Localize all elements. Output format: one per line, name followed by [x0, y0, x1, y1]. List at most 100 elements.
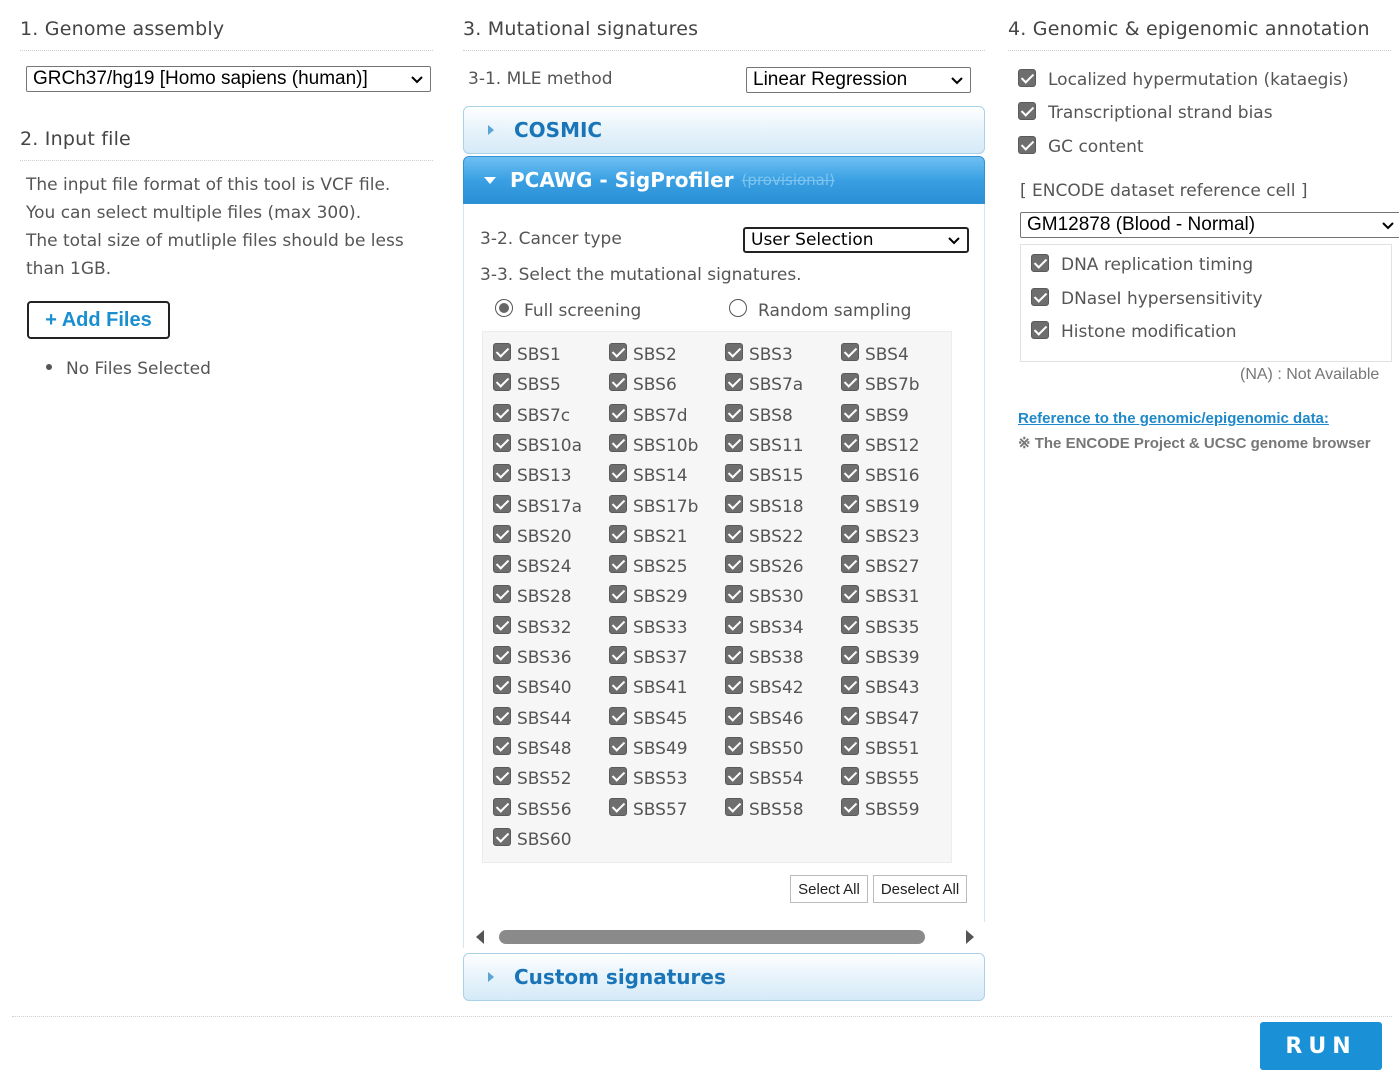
signature-checkbox-item[interactable]: SBS46 — [725, 706, 804, 730]
checkbox-checked-icon[interactable] — [841, 464, 859, 483]
checkbox-checked-icon[interactable] — [609, 524, 627, 543]
checkbox-checked-icon[interactable] — [493, 827, 511, 846]
signature-checkbox-item[interactable]: SBS24 — [493, 555, 572, 578]
signature-checkbox-item[interactable]: SBS57 — [609, 797, 688, 821]
signature-checkbox-item[interactable]: SBS7d — [609, 403, 688, 427]
checkbox-checked-icon[interactable] — [493, 706, 511, 725]
checkbox-checked-icon[interactable] — [725, 524, 743, 543]
signature-checkbox-item[interactable]: SBS17b — [609, 494, 698, 518]
signature-checkbox-item[interactable]: SBS29 — [609, 585, 688, 608]
checkbox-checked-icon[interactable] — [725, 343, 743, 361]
checkbox-checked-icon[interactable] — [725, 767, 743, 786]
signature-checkbox-item[interactable]: SBS28 — [493, 585, 572, 608]
signature-checkbox-item[interactable]: SBS25 — [609, 555, 688, 578]
checkbox-checked-icon[interactable] — [493, 403, 511, 422]
checkbox-checked-icon[interactable] — [725, 646, 743, 664]
checkbox-checked-icon[interactable] — [493, 555, 511, 574]
checkbox-checked-icon[interactable] — [725, 403, 743, 422]
checkbox-checked-icon[interactable] — [493, 373, 511, 392]
checkbox-checked-icon[interactable] — [725, 797, 743, 816]
signature-checkbox-item[interactable]: SBS19 — [841, 494, 920, 518]
checkbox-checked-icon[interactable] — [493, 494, 511, 513]
checkbox-checked-icon[interactable] — [493, 646, 511, 664]
signature-checkbox-item[interactable]: SBS52 — [493, 767, 572, 790]
checkbox-checked-icon[interactable] — [609, 555, 627, 574]
checkbox-checked-icon[interactable] — [1031, 288, 1049, 306]
signature-checkbox-item[interactable]: SBS4 — [841, 343, 909, 366]
signature-checkbox-item[interactable]: SBS17a — [493, 494, 582, 518]
checkbox-checked-icon[interactable] — [609, 797, 627, 816]
run-button[interactable]: RUN — [1260, 1022, 1382, 1070]
checkbox-checked-icon[interactable] — [493, 524, 511, 543]
checkbox-checked-icon[interactable] — [841, 706, 859, 725]
signature-checkbox-item[interactable]: SBS13 — [493, 464, 572, 487]
signature-checkbox-item[interactable]: SBS7a — [725, 373, 803, 396]
signature-checkbox-item[interactable]: SBS3 — [725, 343, 793, 366]
signature-checkbox-item[interactable]: SBS12 — [841, 433, 920, 457]
scroll-left-icon[interactable] — [476, 930, 484, 944]
gc-content-option[interactable]: GC content — [1018, 136, 1144, 157]
random-sampling-radio[interactable] — [729, 299, 747, 317]
checkbox-checked-icon[interactable] — [725, 373, 743, 392]
signature-checkbox-item[interactable]: SBS55 — [841, 767, 920, 790]
signature-checkbox-item[interactable]: SBS36 — [493, 646, 572, 669]
signature-checkbox-item[interactable]: SBS20 — [493, 524, 572, 548]
checkbox-checked-icon[interactable] — [725, 736, 743, 755]
signature-checkbox-item[interactable]: SBS22 — [725, 524, 804, 548]
signature-checkbox-item[interactable]: SBS45 — [609, 706, 688, 730]
checkbox-checked-icon[interactable] — [1031, 321, 1049, 339]
signature-checkbox-item[interactable]: SBS51 — [841, 736, 920, 760]
checkbox-checked-icon[interactable] — [841, 524, 859, 543]
signature-checkbox-item[interactable]: SBS50 — [725, 736, 804, 760]
checkbox-checked-icon[interactable] — [493, 464, 511, 483]
cancer-type-select[interactable]: User Selection — [743, 227, 969, 253]
signature-checkbox-item[interactable]: SBS60 — [493, 827, 572, 851]
signature-checkbox-item[interactable]: SBS58 — [725, 797, 804, 821]
signature-checkbox-item[interactable]: SBS39 — [841, 646, 920, 669]
signature-checkbox-item[interactable]: SBS6 — [609, 373, 677, 396]
checkbox-checked-icon[interactable] — [725, 555, 743, 574]
signature-checkbox-item[interactable]: SBS59 — [841, 797, 920, 821]
signature-checkbox-item[interactable]: SBS33 — [609, 615, 688, 639]
checkbox-checked-icon[interactable] — [493, 433, 511, 452]
checkbox-checked-icon[interactable] — [1018, 136, 1036, 154]
full-screening-radio[interactable] — [495, 299, 513, 317]
scrollbar-thumb[interactable] — [499, 930, 925, 944]
checkbox-checked-icon[interactable] — [841, 585, 859, 604]
checkbox-checked-icon[interactable] — [493, 343, 511, 361]
checkbox-checked-icon[interactable] — [1018, 69, 1036, 87]
signature-checkbox-item[interactable]: SBS2 — [609, 343, 677, 366]
checkbox-checked-icon[interactable] — [1031, 254, 1049, 272]
checkbox-checked-icon[interactable] — [609, 403, 627, 422]
signature-checkbox-item[interactable]: SBS43 — [841, 676, 920, 699]
checkbox-checked-icon[interactable] — [841, 615, 859, 634]
signature-checkbox-item[interactable]: SBS21 — [609, 524, 688, 548]
checkbox-checked-icon[interactable] — [725, 615, 743, 634]
accordion-cosmic[interactable]: COSMIC — [463, 106, 985, 154]
checkbox-checked-icon[interactable] — [493, 676, 511, 695]
signature-checkbox-item[interactable]: SBS37 — [609, 646, 688, 669]
checkbox-checked-icon[interactable] — [725, 494, 743, 513]
checkbox-checked-icon[interactable] — [841, 373, 859, 392]
signature-checkbox-item[interactable]: SBS53 — [609, 767, 688, 790]
checkbox-checked-icon[interactable] — [725, 433, 743, 452]
checkbox-checked-icon[interactable] — [841, 676, 859, 695]
checkbox-checked-icon[interactable] — [841, 736, 859, 755]
checkbox-checked-icon[interactable] — [493, 585, 511, 604]
signature-checkbox-item[interactable]: SBS48 — [493, 736, 572, 760]
encode-cell-select[interactable]: GM12878 (Blood - Normal) — [1020, 212, 1399, 238]
checkbox-checked-icon[interactable] — [609, 615, 627, 634]
signature-checkbox-item[interactable]: SBS10b — [609, 433, 698, 457]
signature-checkbox-item[interactable]: SBS34 — [725, 615, 804, 639]
replication-option[interactable]: DNA replication timing — [1031, 254, 1253, 275]
checkbox-checked-icon[interactable] — [841, 494, 859, 513]
signature-checkbox-item[interactable]: SBS27 — [841, 555, 920, 578]
signature-checkbox-item[interactable]: SBS5 — [493, 373, 561, 396]
checkbox-checked-icon[interactable] — [725, 706, 743, 725]
signature-checkbox-item[interactable]: SBS26 — [725, 555, 804, 578]
checkbox-checked-icon[interactable] — [609, 433, 627, 452]
checkbox-checked-icon[interactable] — [609, 736, 627, 755]
checkbox-checked-icon[interactable] — [725, 464, 743, 483]
signature-checkbox-item[interactable]: SBS15 — [725, 464, 804, 487]
signature-checkbox-item[interactable]: SBS23 — [841, 524, 920, 548]
